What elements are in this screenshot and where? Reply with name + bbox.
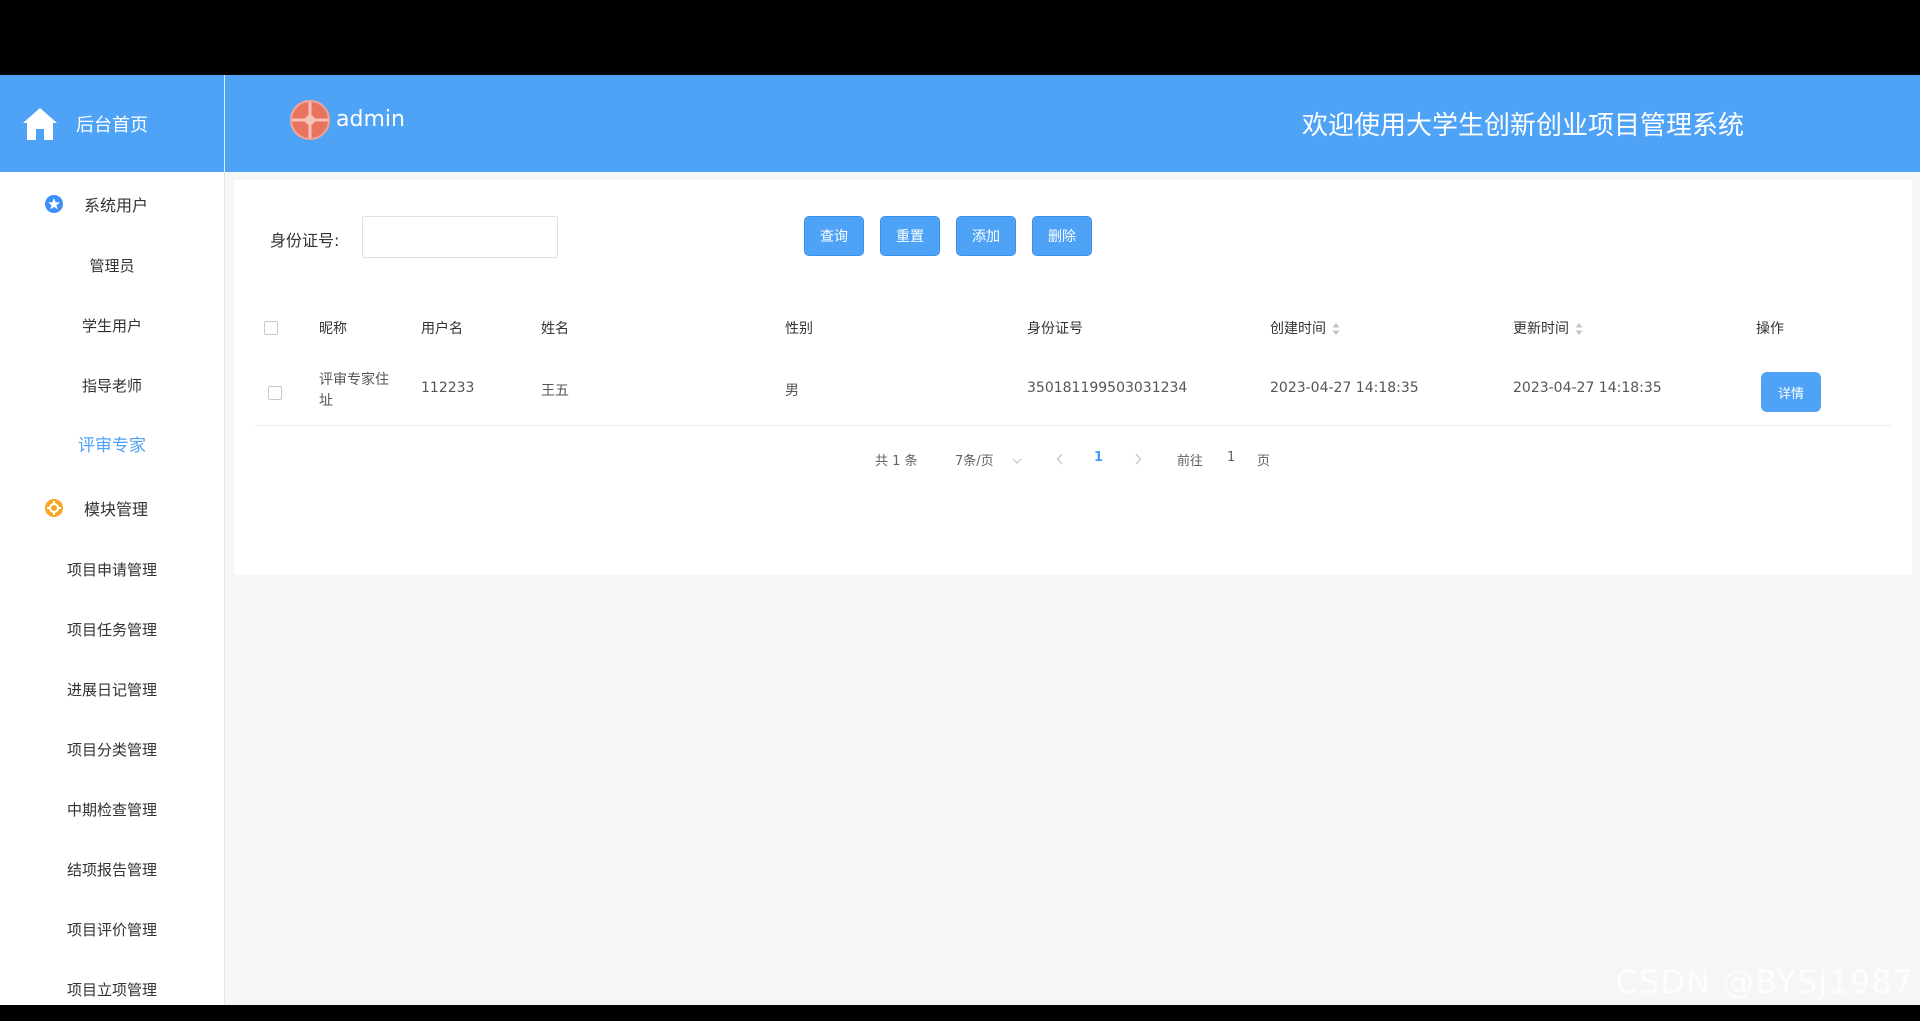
row-divider <box>254 425 1892 426</box>
app-window: 后台首页 admin 欢迎使用大学生创新创业项目管理系统 系统用户 管理员 学生… <box>0 75 1920 1005</box>
cell-nickname-wrap: 址 <box>319 393 333 409</box>
top-header: 后台首页 admin 欢迎使用大学生创新创业项目管理系统 <box>0 75 1920 172</box>
cell-nickname: 评审专家住 <box>319 372 389 388</box>
page-number-current[interactable]: 1 <box>1094 450 1103 465</box>
page-size-value: 7条/页 <box>955 454 994 469</box>
pagination-total: 共 1 条 <box>875 454 918 469</box>
watermark: CSDN @BYSJ1987 <box>1615 963 1914 1001</box>
column-header-updated-label: 更新时间 <box>1513 321 1569 337</box>
goto-page-input[interactable]: 1 <box>1227 450 1235 465</box>
sidebar-group-label: 模块管理 <box>84 500 149 519</box>
goto-label: 前往 <box>1177 454 1204 469</box>
home-label: 后台首页 <box>76 114 148 136</box>
page-size-select[interactable]: 7条/页 <box>955 450 1022 469</box>
sidebar: 系统用户 管理员 学生用户 指导老师 评审专家 模块管理 项目申请管理 项目任务… <box>0 172 225 1005</box>
sidebar-item-final-reports[interactable]: 结项报告管理 <box>0 840 224 900</box>
cell-username: 112233 <box>421 380 475 396</box>
select-all-checkbox[interactable] <box>264 321 278 335</box>
column-header-gender: 性别 <box>785 321 813 337</box>
cell-name: 王五 <box>541 383 569 399</box>
sort-icon[interactable] <box>1575 322 1583 336</box>
prev-page-icon[interactable] <box>1056 453 1064 465</box>
sidebar-item-teachers[interactable]: 指导老师 <box>0 356 224 416</box>
cell-updated: 2023-04-27 14:18:35 <box>1513 380 1662 396</box>
sidebar-item-project-tasks[interactable]: 项目任务管理 <box>0 600 224 660</box>
page-suffix-label: 页 <box>1257 454 1271 469</box>
search-label: 身份证号: <box>270 231 340 250</box>
column-header-name: 姓名 <box>541 321 569 337</box>
sidebar-item-midterm-checks[interactable]: 中期检查管理 <box>0 780 224 840</box>
delete-button[interactable]: 删除 <box>1032 216 1092 256</box>
home-icon <box>23 107 57 140</box>
username[interactable]: admin <box>336 107 405 132</box>
column-header-nickname: 昵称 <box>319 321 347 337</box>
sidebar-item-admin[interactable]: 管理员 <box>0 236 224 296</box>
sidebar-item-project-approvals[interactable]: 项目立项管理 <box>0 960 224 1005</box>
column-header-updated[interactable]: 更新时间 <box>1513 318 1583 338</box>
avatar[interactable] <box>290 100 330 140</box>
sidebar-item-project-categories[interactable]: 项目分类管理 <box>0 720 224 780</box>
site-title: 欢迎使用大学生创新创业项目管理系统 <box>1301 111 1744 141</box>
chevron-down-icon <box>1012 458 1022 464</box>
column-header-actions: 操作 <box>1756 321 1784 337</box>
sidebar-group-label: 系统用户 <box>84 196 149 215</box>
sort-icon[interactable] <box>1332 322 1340 336</box>
sidebar-group-system-users[interactable]: 系统用户 <box>0 172 224 236</box>
cell-gender: 男 <box>785 383 799 399</box>
next-page-icon[interactable] <box>1134 453 1142 465</box>
cell-created: 2023-04-27 14:18:35 <box>1270 380 1419 396</box>
row-checkbox[interactable] <box>268 386 282 400</box>
cell-id-number: 350181199503031234 <box>1027 380 1188 396</box>
query-button[interactable]: 查询 <box>804 216 864 256</box>
sidebar-item-project-evaluations[interactable]: 项目评价管理 <box>0 900 224 960</box>
sidebar-item-review-experts[interactable]: 评审专家 <box>0 416 224 476</box>
detail-button[interactable]: 详情 <box>1761 372 1821 412</box>
sidebar-item-student-users[interactable]: 学生用户 <box>0 296 224 356</box>
column-header-created-label: 创建时间 <box>1270 321 1326 337</box>
gear-icon <box>45 499 63 517</box>
content-card: 身份证号: 查询 重置 添加 删除 昵称 用户名 姓名 性别 身份证号 创建时间… <box>234 180 1912 575</box>
column-header-id-number: 身份证号 <box>1027 321 1083 337</box>
home-link[interactable]: 后台首页 <box>0 75 225 172</box>
add-button[interactable]: 添加 <box>956 216 1016 256</box>
sidebar-item-progress-diaries[interactable]: 进展日记管理 <box>0 660 224 720</box>
reset-button[interactable]: 重置 <box>880 216 940 256</box>
sidebar-item-project-applications[interactable]: 项目申请管理 <box>0 540 224 600</box>
sidebar-group-modules[interactable]: 模块管理 <box>0 476 224 540</box>
star-icon <box>45 195 63 213</box>
id-number-search-input[interactable] <box>362 216 558 258</box>
column-header-username: 用户名 <box>421 321 463 337</box>
column-header-created[interactable]: 创建时间 <box>1270 318 1340 338</box>
